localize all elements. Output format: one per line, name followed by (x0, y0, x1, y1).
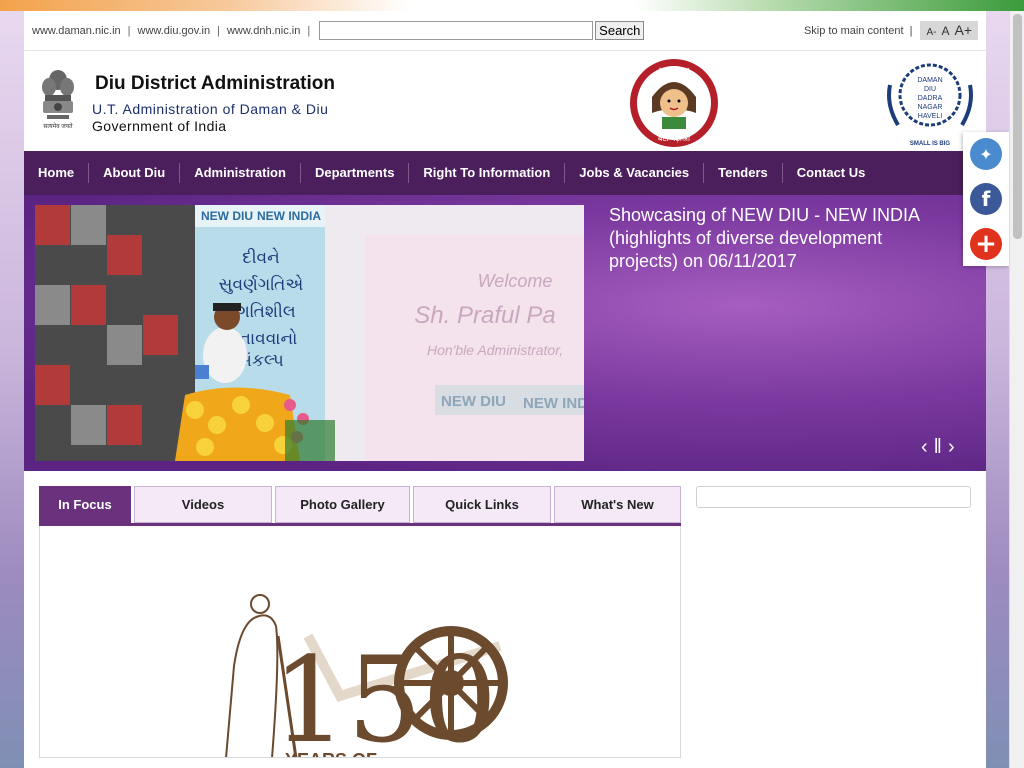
link-dnh[interactable]: www.dnh.nic.in (227, 25, 300, 37)
tab-bar: In Focus Videos Photo Gallery Quick Link… (39, 486, 681, 523)
tourism-line: DIU (924, 86, 936, 93)
add-share-icon[interactable]: + (970, 227, 1002, 260)
font-increase-button[interactable]: A+ (954, 22, 972, 38)
tourism-line: NAGAR (918, 104, 943, 111)
chevron-right-icon[interactable]: › (948, 436, 955, 459)
in-focus-panel: 150 YEARS OF (39, 526, 681, 758)
banner-footer-text: NEW INDI (523, 395, 584, 412)
emblem-motto: सत्यमेव जयते (43, 122, 73, 130)
slide-image[interactable]: NEW DIU NEW INDIA દીવને સુવર્ણગતિએ પ્રગત… (35, 205, 584, 461)
tourism-line: DAMAN (917, 77, 942, 84)
hero-slider: NEW DIU NEW INDIA દીવને સુવર્ણગતિએ પ્રગત… (24, 195, 986, 471)
tab-in-focus[interactable]: In Focus (39, 486, 131, 523)
tab-whats-new[interactable]: What's New (554, 486, 681, 523)
banner-welcome-line: Sh. Praful Pa (414, 302, 555, 329)
separator: | (909, 24, 913, 37)
site-header: सत्यमेव जयते Diu District Administration… (24, 51, 986, 151)
search-input[interactable] (319, 21, 594, 40)
site-titles: Diu District Administration U.T. Adminis… (92, 73, 335, 134)
slider-controls: ‹ ‖ › (921, 436, 955, 459)
banner-footer-text: NEW DIU (441, 393, 506, 410)
link-daman[interactable]: www.daman.nic.in (32, 25, 121, 37)
social-share-bar: ✦ f + (963, 132, 1009, 266)
slide-caption[interactable]: Showcasing of NEW DIU - NEW INDIA (highl… (609, 204, 954, 273)
link-diu[interactable]: www.diu.gov.in (138, 25, 211, 37)
site-subtitle: U.T. Administration of Daman & Diu (92, 101, 329, 117)
site-title: Diu District Administration (95, 73, 335, 94)
pause-icon[interactable]: ‖ (934, 436, 942, 459)
nav-rti[interactable]: Right To Information (409, 163, 566, 183)
scrollbar-thumb[interactable] (1013, 14, 1022, 239)
facebook-icon[interactable]: f (970, 182, 1002, 215)
beti-bachao-logo[interactable]: बेटी बचाओ बेटी पढ़ाओ (628, 57, 720, 149)
gandhi-150-graphic[interactable]: 150 YEARS OF (40, 526, 681, 758)
tab-quick-links[interactable]: Quick Links (413, 486, 551, 523)
nav-administration[interactable]: Administration (180, 163, 301, 183)
tourism-tagline: SMALL IS BIG (910, 141, 951, 147)
main-nav: Home About Diu Administration Department… (24, 151, 986, 195)
twitter-icon[interactable]: ✦ (970, 138, 1002, 171)
nav-contact[interactable]: Contact Us (783, 163, 880, 183)
nav-jobs[interactable]: Jobs & Vacancies (565, 163, 705, 183)
top-bar: www.daman.nic.in | www.diu.gov.in | www.… (24, 11, 986, 51)
skip-to-main-link[interactable]: Skip to main content (804, 25, 904, 37)
side-box (696, 486, 971, 508)
tab-videos[interactable]: Videos (134, 486, 272, 523)
national-emblem-icon[interactable]: सत्यमेव जयते (38, 67, 78, 133)
tricolor-band (0, 0, 1024, 11)
separator: | (127, 24, 131, 37)
search-button[interactable]: Search (595, 21, 645, 40)
content-area: In Focus Videos Photo Gallery Quick Link… (24, 471, 986, 758)
page: www.daman.nic.in | www.diu.gov.in | www.… (24, 11, 986, 768)
related-sites: www.daman.nic.in | www.diu.gov.in | www.… (32, 25, 317, 37)
banner-gujarati-line: સુવર્ણગતિએ (219, 274, 304, 294)
banner-welcome-line: Hon'ble Administrator, (427, 342, 563, 358)
banner-welcome-line: Welcome (478, 271, 553, 291)
font-normal-button[interactable]: A (941, 24, 949, 38)
bbbp-top-text: बेटी बचाओ (658, 67, 692, 77)
nav-tenders[interactable]: Tenders (704, 163, 783, 183)
nav-home[interactable]: Home (24, 163, 90, 183)
tourism-line: DADRA (918, 95, 943, 102)
separator: | (307, 24, 311, 37)
separator: | (217, 24, 220, 37)
bbbp-bottom-text: बेटी पढ़ाओ (658, 133, 691, 143)
banner-gujarati-line: દીવને (242, 247, 280, 267)
chevron-left-icon[interactable]: ‹ (921, 436, 928, 459)
banner-left-text: NEW DIU (201, 209, 253, 223)
font-decrease-button[interactable]: A- (926, 27, 936, 38)
page-scrollbar[interactable] (1009, 11, 1024, 768)
tab-photo-gallery[interactable]: Photo Gallery (275, 486, 410, 523)
tourism-line: HAVELI (918, 113, 942, 120)
site-government: Government of India (92, 118, 227, 134)
banner-right-text: NEW INDIA (257, 209, 321, 223)
font-size-controls: A- A A+ (920, 21, 978, 40)
focus-graphic-text: YEARS OF (285, 750, 377, 758)
nav-departments[interactable]: Departments (301, 163, 410, 183)
nav-about-diu[interactable]: About Diu (89, 163, 181, 183)
